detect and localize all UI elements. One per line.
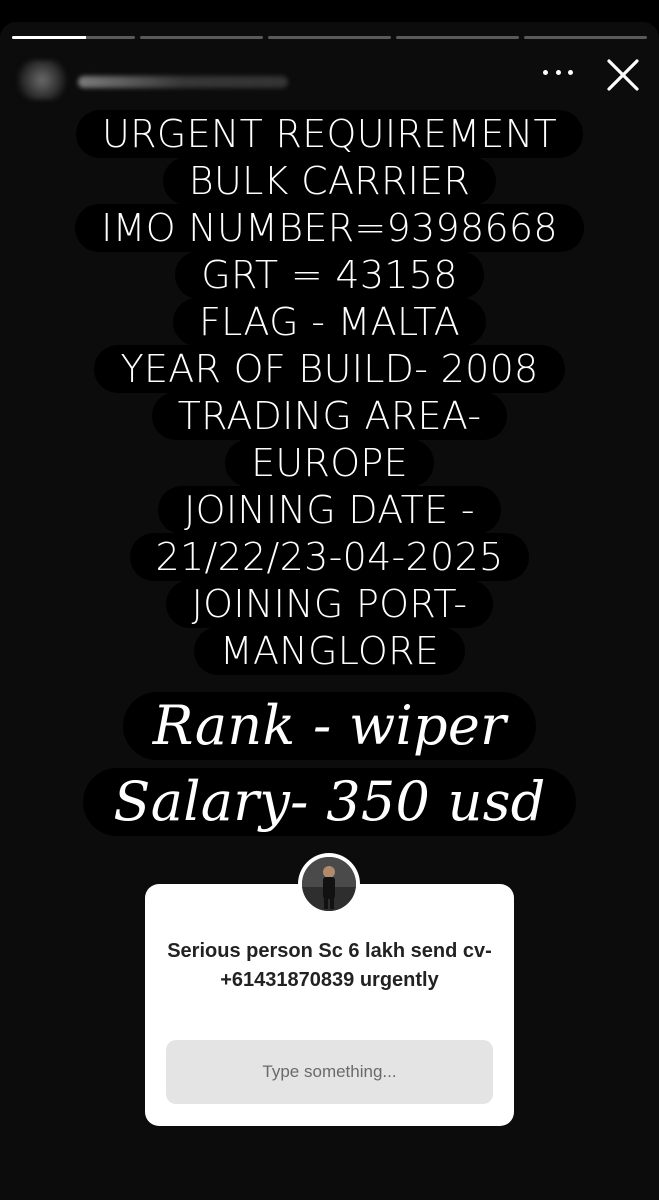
person-photo-icon <box>302 857 356 911</box>
progress-segment <box>140 36 263 39</box>
close-icon[interactable] <box>604 56 642 94</box>
question-text: Serious person Sc 6 lakh send cv- +61431… <box>167 940 492 991</box>
sticker-avatar <box>298 853 360 915</box>
progress-segment <box>12 36 135 39</box>
progress-segment <box>524 36 647 39</box>
text-line: EUROPE <box>225 439 434 487</box>
text-line: YEAR OF BUILD- 2008 <box>94 345 565 393</box>
story-progress-bar <box>12 36 647 40</box>
progress-segment <box>268 36 391 39</box>
answer-input[interactable]: Type something... <box>166 1040 493 1104</box>
text-line: GRT = 43158 <box>175 251 484 299</box>
poster-username[interactable] <box>78 76 288 88</box>
rank-line: Rank - wiper <box>122 692 537 760</box>
text-line: IMO NUMBER=9398668 <box>75 204 584 252</box>
text-line: FLAG - MALTA <box>172 298 487 346</box>
story-header <box>0 52 659 112</box>
text-line: 21/22/23-04-2025 <box>129 533 530 581</box>
progress-segment <box>396 36 519 39</box>
story-viewer[interactable]: URGENT REQUIREMENT BULK CARRIER IMO NUMB… <box>0 22 659 1200</box>
text-line: MANGLORE <box>193 627 466 675</box>
salary-line: Salary- 350 usd <box>83 768 576 836</box>
poster-avatar[interactable] <box>14 60 70 100</box>
text-line: JOINING PORT- <box>165 580 494 628</box>
more-horizontal-icon[interactable] <box>543 64 573 80</box>
text-line: URGENT REQUIREMENT <box>76 110 583 158</box>
text-line: JOINING DATE - <box>158 486 501 534</box>
text-line: TRADING AREA- <box>151 392 508 440</box>
text-line: BULK CARRIER <box>162 157 497 205</box>
question-sticker[interactable]: Serious person Sc 6 lakh send cv- +61431… <box>145 884 514 1126</box>
